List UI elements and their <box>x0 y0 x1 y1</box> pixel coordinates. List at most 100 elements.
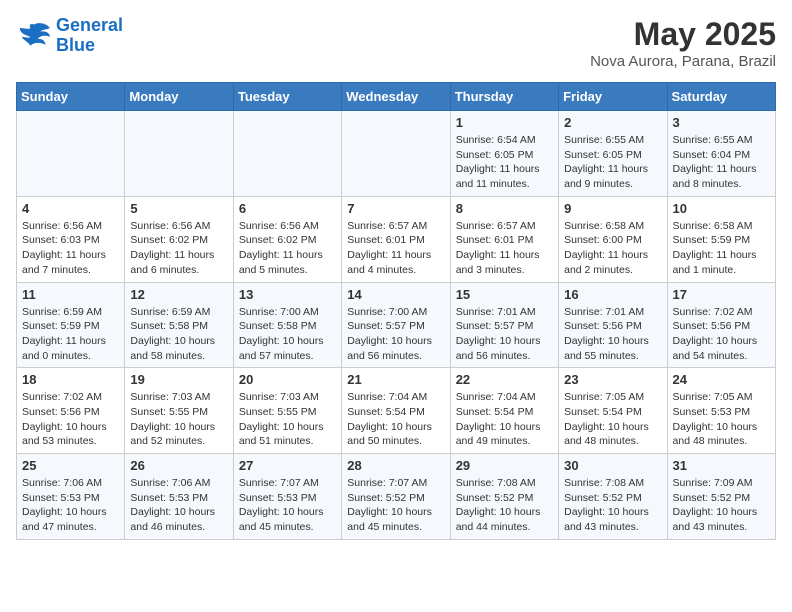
day-info: Sunrise: 7:05 AMSunset: 5:54 PMDaylight:… <box>564 390 661 449</box>
day-number: 18 <box>22 372 119 387</box>
calendar-cell: 1 Sunrise: 6:54 AMSunset: 6:05 PMDaylight… <box>450 111 558 197</box>
weekday-header-row: SundayMondayTuesdayWednesdayThursdayFrid… <box>17 83 776 111</box>
weekday-header-friday: Friday <box>559 83 667 111</box>
day-info: Sunrise: 7:09 AMSunset: 5:52 PMDaylight:… <box>673 476 770 535</box>
calendar-cell: 4 Sunrise: 6:56 AMSunset: 6:03 PMDaylight… <box>17 196 125 282</box>
day-info: Sunrise: 7:03 AMSunset: 5:55 PMDaylight:… <box>239 390 336 449</box>
calendar-cell: 28Sunrise: 7:07 AMSunset: 5:52 PMDayligh… <box>342 454 450 540</box>
calendar-cell: 11Sunrise: 6:59 AMSunset: 5:59 PMDayligh… <box>17 282 125 368</box>
day-number: 27 <box>239 458 336 473</box>
day-info: Sunrise: 7:02 AMSunset: 5:56 PMDaylight:… <box>22 390 119 449</box>
day-info: Sunrise: 7:00 AMSunset: 5:58 PMDaylight:… <box>239 305 336 364</box>
location: Nova Aurora, Parana, Brazil <box>590 53 776 70</box>
day-number: 6 <box>239 201 336 216</box>
logo-icon <box>16 21 52 51</box>
calendar-table: SundayMondayTuesdayWednesdayThursdayFrid… <box>16 82 776 540</box>
calendar-week-4: 18 Sunrise: 7:02 AMSunset: 5:56 PMDayligh… <box>17 368 776 454</box>
day-number: 3 <box>673 115 770 130</box>
day-info: Sunrise: 7:04 AMSunset: 5:54 PMDaylight:… <box>456 390 553 449</box>
day-number: 19 <box>130 372 227 387</box>
day-info: Sunrise: 7:00 AMSunset: 5:57 PMDaylight:… <box>347 305 444 364</box>
day-number: 29 <box>456 458 553 473</box>
day-info: Sunrise: 6:55 AMSunset: 6:04 PMDaylight:… <box>673 133 770 192</box>
day-info: Sunrise: 7:06 AMSunset: 5:53 PMDaylight:… <box>22 476 119 535</box>
day-number: 28 <box>347 458 444 473</box>
weekday-header-wednesday: Wednesday <box>342 83 450 111</box>
calendar-cell: 6Sunrise: 6:56 AMSunset: 6:02 PMDaylight… <box>233 196 341 282</box>
title-block: May 2025 Nova Aurora, Parana, Brazil <box>590 16 776 70</box>
day-number: 15 <box>456 287 553 302</box>
calendar-week-1: 1 Sunrise: 6:54 AMSunset: 6:05 PMDaylight… <box>17 111 776 197</box>
calendar-cell: 26Sunrise: 7:06 AMSunset: 5:53 PMDayligh… <box>125 454 233 540</box>
day-info: Sunrise: 7:03 AMSunset: 5:55 PMDaylight:… <box>130 390 227 449</box>
day-number: 17 <box>673 287 770 302</box>
calendar-cell: 25 Sunrise: 7:06 AMSunset: 5:53 PMDayligh… <box>17 454 125 540</box>
calendar-cell: 29Sunrise: 7:08 AMSunset: 5:52 PMDayligh… <box>450 454 558 540</box>
day-info: Sunrise: 6:54 AMSunset: 6:05 PMDaylight:… <box>456 133 553 192</box>
calendar-cell: 10Sunrise: 6:58 AMSunset: 5:59 PMDayligh… <box>667 196 775 282</box>
calendar-cell: 15Sunrise: 7:01 AMSunset: 5:57 PMDayligh… <box>450 282 558 368</box>
day-info: Sunrise: 7:02 AMSunset: 5:56 PMDaylight:… <box>673 305 770 364</box>
calendar-cell: 31 Sunrise: 7:09 AMSunset: 5:52 PMDayligh… <box>667 454 775 540</box>
calendar-cell <box>125 111 233 197</box>
weekday-header-saturday: Saturday <box>667 83 775 111</box>
weekday-header-monday: Monday <box>125 83 233 111</box>
calendar-week-2: 4 Sunrise: 6:56 AMSunset: 6:03 PMDaylight… <box>17 196 776 282</box>
day-info: Sunrise: 6:59 AMSunset: 5:58 PMDaylight:… <box>130 305 227 364</box>
calendar-cell: 24 Sunrise: 7:05 AMSunset: 5:53 PMDayligh… <box>667 368 775 454</box>
day-info: Sunrise: 7:08 AMSunset: 5:52 PMDaylight:… <box>564 476 661 535</box>
day-info: Sunrise: 7:05 AMSunset: 5:53 PMDaylight:… <box>673 390 770 449</box>
logo: General Blue <box>16 16 123 56</box>
day-number: 23 <box>564 372 661 387</box>
calendar-cell: 18 Sunrise: 7:02 AMSunset: 5:56 PMDayligh… <box>17 368 125 454</box>
day-number: 12 <box>130 287 227 302</box>
calendar-cell: 27 Sunrise: 7:07 AMSunset: 5:53 PMDayligh… <box>233 454 341 540</box>
day-number: 31 <box>673 458 770 473</box>
day-number: 1 <box>456 115 553 130</box>
calendar-cell: 14 Sunrise: 7:00 AMSunset: 5:57 PMDayligh… <box>342 282 450 368</box>
day-number: 5 <box>130 201 227 216</box>
day-info: Sunrise: 6:57 AMSunset: 6:01 PMDaylight:… <box>347 219 444 278</box>
logo-text: General Blue <box>56 16 123 56</box>
day-info: Sunrise: 6:56 AMSunset: 6:02 PMDaylight:… <box>130 219 227 278</box>
calendar-cell: 22 Sunrise: 7:04 AMSunset: 5:54 PMDayligh… <box>450 368 558 454</box>
calendar-cell: 7Sunrise: 6:57 AMSunset: 6:01 PMDaylight… <box>342 196 450 282</box>
day-info: Sunrise: 6:59 AMSunset: 5:59 PMDaylight:… <box>22 305 119 364</box>
calendar-cell: 17 Sunrise: 7:02 AMSunset: 5:56 PMDayligh… <box>667 282 775 368</box>
day-number: 16 <box>564 287 661 302</box>
calendar-cell: 8 Sunrise: 6:57 AMSunset: 6:01 PMDaylight… <box>450 196 558 282</box>
calendar-cell <box>342 111 450 197</box>
weekday-header-thursday: Thursday <box>450 83 558 111</box>
day-number: 9 <box>564 201 661 216</box>
day-number: 21 <box>347 372 444 387</box>
calendar-cell <box>233 111 341 197</box>
calendar-cell <box>17 111 125 197</box>
month-title: May 2025 <box>590 16 776 53</box>
calendar-cell: 2Sunrise: 6:55 AMSunset: 6:05 PMDaylight… <box>559 111 667 197</box>
calendar-cell: 12 Sunrise: 6:59 AMSunset: 5:58 PMDayligh… <box>125 282 233 368</box>
day-number: 22 <box>456 372 553 387</box>
day-info: Sunrise: 7:01 AMSunset: 5:56 PMDaylight:… <box>564 305 661 364</box>
calendar-cell: 13 Sunrise: 7:00 AMSunset: 5:58 PMDayligh… <box>233 282 341 368</box>
day-info: Sunrise: 7:07 AMSunset: 5:53 PMDaylight:… <box>239 476 336 535</box>
calendar-cell: 3 Sunrise: 6:55 AMSunset: 6:04 PMDaylight… <box>667 111 775 197</box>
calendar-cell: 5 Sunrise: 6:56 AMSunset: 6:02 PMDaylight… <box>125 196 233 282</box>
page-header: General Blue May 2025 Nova Aurora, Paran… <box>16 16 776 70</box>
calendar-week-3: 11Sunrise: 6:59 AMSunset: 5:59 PMDayligh… <box>17 282 776 368</box>
day-number: 10 <box>673 201 770 216</box>
day-info: Sunrise: 6:57 AMSunset: 6:01 PMDaylight:… <box>456 219 553 278</box>
day-number: 8 <box>456 201 553 216</box>
day-number: 14 <box>347 287 444 302</box>
calendar-cell: 19 Sunrise: 7:03 AMSunset: 5:55 PMDayligh… <box>125 368 233 454</box>
weekday-header-tuesday: Tuesday <box>233 83 341 111</box>
day-info: Sunrise: 7:04 AMSunset: 5:54 PMDaylight:… <box>347 390 444 449</box>
day-number: 24 <box>673 372 770 387</box>
calendar-cell: 20Sunrise: 7:03 AMSunset: 5:55 PMDayligh… <box>233 368 341 454</box>
calendar-cell: 16 Sunrise: 7:01 AMSunset: 5:56 PMDayligh… <box>559 282 667 368</box>
day-number: 13 <box>239 287 336 302</box>
day-info: Sunrise: 6:56 AMSunset: 6:03 PMDaylight:… <box>22 219 119 278</box>
day-number: 4 <box>22 201 119 216</box>
day-number: 25 <box>22 458 119 473</box>
calendar-cell: 23 Sunrise: 7:05 AMSunset: 5:54 PMDayligh… <box>559 368 667 454</box>
weekday-header-sunday: Sunday <box>17 83 125 111</box>
